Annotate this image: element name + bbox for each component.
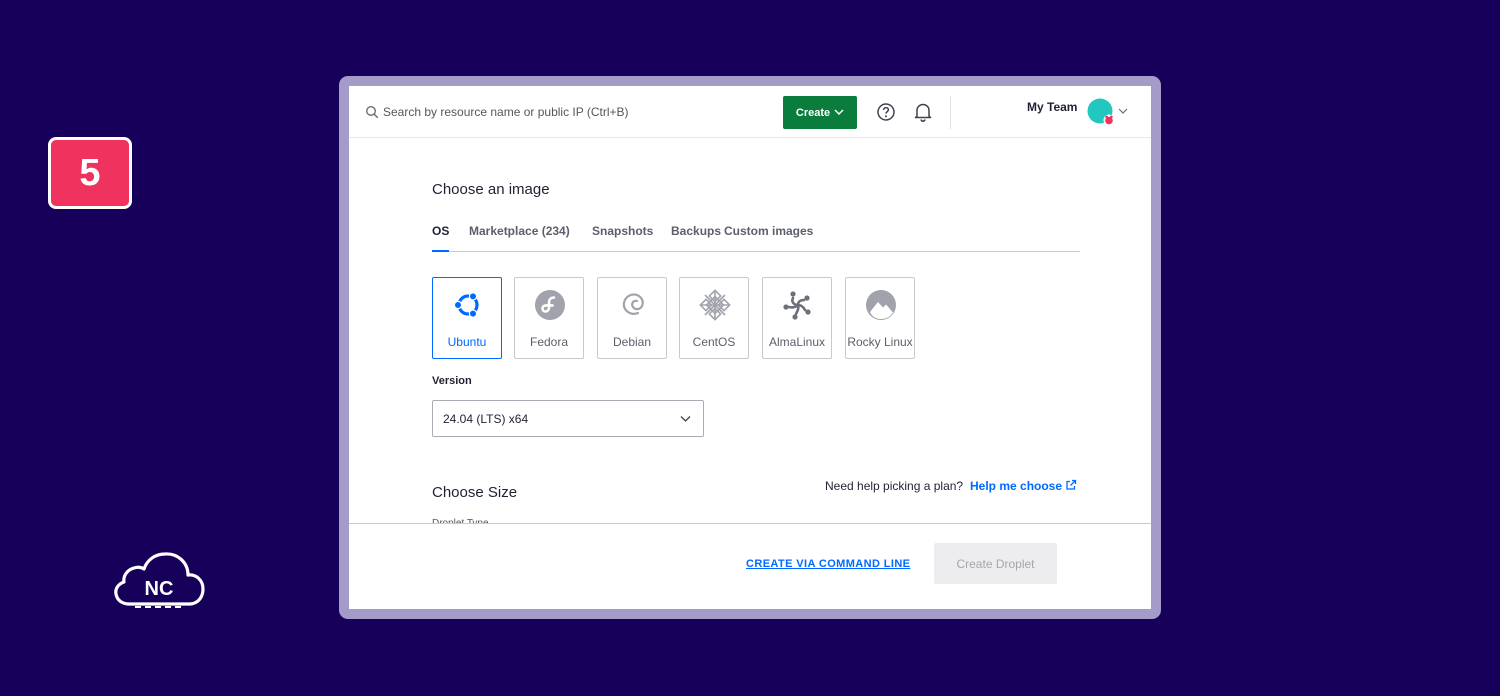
help-icon[interactable] (876, 102, 896, 122)
search-input[interactable] (383, 100, 763, 124)
choose-size-heading: Choose Size (432, 484, 518, 501)
top-navigation-bar: Create My Team (349, 86, 1151, 138)
version-select[interactable]: 24.04 (LTS) x64 (432, 400, 704, 437)
notifications-bell-icon[interactable] (913, 101, 933, 123)
debian-icon (622, 293, 644, 315)
os-option-fedora[interactable]: Fedora (514, 277, 584, 359)
screenshot-frame: Create My Team (339, 76, 1161, 619)
ubuntu-icon (453, 292, 479, 318)
chevron-down-icon (680, 416, 691, 422)
version-label: Version (432, 375, 472, 387)
os-label: Debian (612, 335, 652, 349)
os-option-rocky-linux[interactable]: Rocky Linux (845, 277, 915, 359)
external-link-icon[interactable] (1065, 479, 1077, 491)
create-via-command-line-link[interactable]: CREATE VIA COMMAND LINE (746, 558, 910, 570)
almalinux-icon (783, 291, 811, 320)
chevron-down-icon[interactable] (1118, 107, 1128, 115)
topbar-divider (950, 96, 951, 129)
nc-cloud-logo: NC (114, 552, 205, 608)
tab-backups[interactable]: Backups (671, 224, 721, 238)
image-tabs: OS Marketplace (234) Snapshots Backups C… (432, 224, 1080, 252)
create-button[interactable]: Create (783, 96, 857, 129)
os-option-almalinux[interactable]: AlmaLinux (762, 277, 832, 359)
tab-marketplace[interactable]: Marketplace (234) (469, 224, 570, 238)
logo-text: NC (145, 578, 174, 600)
step-number-badge: 5 (48, 137, 132, 209)
active-tab-indicator (432, 250, 449, 252)
tab-custom-images[interactable]: Custom images (724, 224, 813, 238)
version-selected-value: 24.04 (LTS) x64 (443, 412, 529, 426)
choose-image-heading: Choose an image (432, 181, 550, 198)
help-me-choose-link[interactable]: Help me choose (970, 479, 1062, 493)
create-droplet-button[interactable]: Create Droplet (934, 543, 1057, 584)
avatar[interactable] (1087, 98, 1115, 126)
os-option-ubuntu[interactable]: Ubuntu (432, 277, 502, 359)
os-option-centos[interactable]: CentOS (679, 277, 749, 359)
os-label: CentOS (692, 335, 736, 349)
os-label: AlmaLinux (768, 335, 826, 349)
os-option-debian[interactable]: Debian (597, 277, 667, 359)
plan-help-text: Need help picking a plan? (825, 479, 964, 493)
search-icon (365, 105, 379, 119)
rocky-linux-icon (866, 290, 896, 320)
tab-os[interactable]: OS (432, 224, 449, 238)
browser-window: Create My Team (349, 86, 1151, 609)
create-droplet-form: addresses. Choose an image OS Marketplac… (349, 130, 1151, 524)
form-footer: CREATE VIA COMMAND LINE Create Droplet (349, 523, 1151, 609)
fedora-icon (535, 290, 565, 320)
os-label: Rocky Linux (847, 335, 913, 349)
tab-snapshots[interactable]: Snapshots (592, 224, 653, 238)
team-name[interactable]: My Team (1027, 100, 1077, 114)
os-label: Ubuntu (447, 335, 487, 349)
create-button-label: Create (795, 106, 831, 119)
chevron-down-icon (834, 109, 844, 116)
os-label: Fedora (529, 335, 569, 349)
centos-icon (699, 289, 731, 321)
